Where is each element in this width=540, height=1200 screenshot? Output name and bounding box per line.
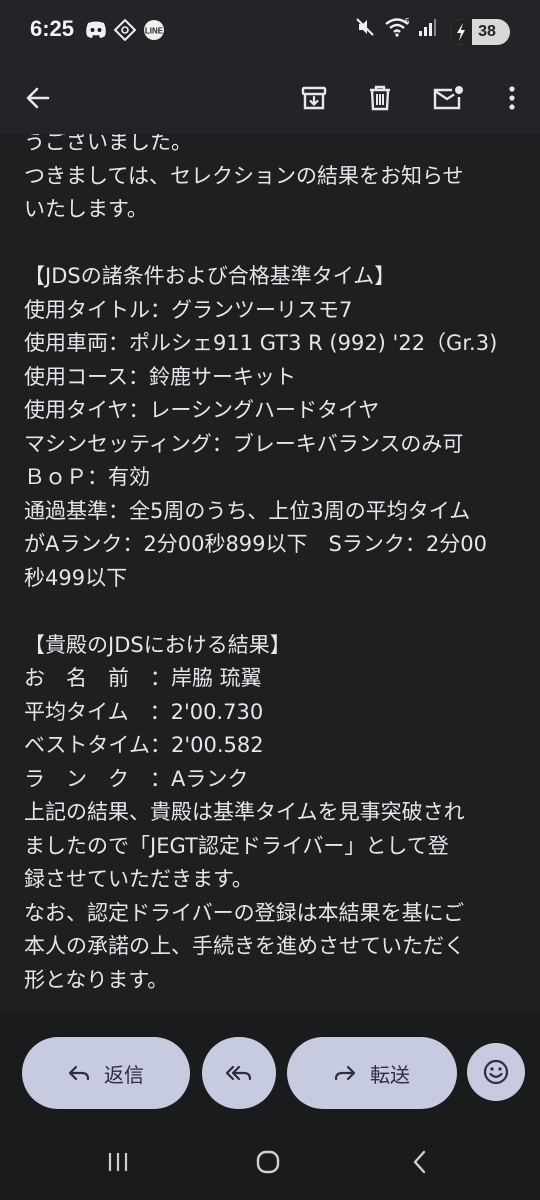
battery-level: 38 xyxy=(478,23,496,40)
email-line xyxy=(24,595,524,629)
status-bar: 6:25 LINE 5 38 xyxy=(0,0,540,62)
email-line: いたします。 xyxy=(24,197,148,221)
email-line: 本人の承諾の上、手続きを進めさせていただく xyxy=(24,934,465,958)
email-line: 秒499以下 xyxy=(24,565,128,590)
email-line: お 名 前 ：岸脇 琉翼 xyxy=(24,666,262,690)
mark-unread-button[interactable] xyxy=(422,72,474,124)
home-button[interactable] xyxy=(238,1140,298,1184)
trash-icon xyxy=(370,85,390,111)
email-line: うございました。 xyxy=(24,134,192,154)
email-line: ＢｏＰ：有効 xyxy=(24,465,150,489)
archive-button[interactable] xyxy=(288,72,340,124)
email-line: なお、認定ドライバーの登録は本結果を基にご xyxy=(24,900,465,925)
discord-icon xyxy=(84,20,108,44)
email-line: ラ ン ク ：Aランク xyxy=(24,766,249,791)
reply-icon xyxy=(68,1065,90,1081)
email-line: 平均タイム ：2'00.730 xyxy=(24,699,264,724)
delete-button[interactable] xyxy=(354,72,406,124)
email-line: 使用タイヤ：レーシングハードタイヤ xyxy=(24,398,380,422)
back-button[interactable] xyxy=(12,72,64,124)
email-line: 通過基準：全5周のうち、上位3周の平均タイム xyxy=(24,498,471,523)
email-line: 使用コース：鈴鹿サーキット xyxy=(24,364,296,389)
email-line xyxy=(24,227,524,261)
email-line: 【JDSの諸条件および合格基準タイム】 xyxy=(24,264,396,288)
more-options-button[interactable] xyxy=(486,72,538,124)
battery-indicator: 38 xyxy=(450,19,510,45)
notification-icons: LINE xyxy=(84,18,166,45)
mute-icon xyxy=(354,16,376,42)
email-body[interactable]: うございました。つきましては、セレクションの結果をお知らせ いたします。【JDSの… xyxy=(0,134,540,1014)
wifi-icon: 5 xyxy=(384,16,410,42)
emoji-icon xyxy=(483,1059,509,1085)
email-line: 【貴殿のJDSにおける結果】 xyxy=(24,632,291,657)
nav-back-icon xyxy=(413,1150,426,1174)
email-line: 形となります。 xyxy=(24,967,169,992)
reply-action-bar: 返信 転送 xyxy=(0,1014,540,1120)
system-navigation-bar xyxy=(0,1120,540,1200)
diamond-app-icon xyxy=(113,18,137,45)
email-toolbar xyxy=(0,62,540,134)
more-vert-icon xyxy=(509,86,515,110)
nav-back-button[interactable] xyxy=(390,1140,450,1184)
reply-button[interactable]: 返信 xyxy=(22,1037,190,1109)
reply-all-button[interactable] xyxy=(202,1037,276,1109)
email-line: ベストタイム：2'00.582 xyxy=(24,733,264,757)
svg-text:LINE: LINE xyxy=(145,27,164,36)
forward-button[interactable]: 転送 xyxy=(287,1037,457,1109)
emoji-reaction-button[interactable] xyxy=(467,1043,525,1101)
email-line: がAランク：2分00秒899以下 Sランク：2分00 xyxy=(24,532,487,556)
email-line: ましたので「JEGT認定ドライバー」として登 xyxy=(24,833,449,858)
email-line: 使用タイトル：グランツーリスモ7 xyxy=(24,297,353,322)
reply-all-icon xyxy=(225,1065,252,1081)
cell-signal-icon xyxy=(418,17,436,41)
line-app-icon: LINE xyxy=(142,19,166,45)
forward-label: 転送 xyxy=(370,1062,410,1087)
email-line: 使用車両：ポルシェ911 GT3 R (992) '22（Gr.3) xyxy=(24,331,498,355)
reply-label: 返信 xyxy=(104,1062,144,1087)
mark-unread-icon xyxy=(433,86,463,110)
home-icon xyxy=(256,1150,280,1174)
email-line: つきましては、セレクションの結果をお知らせ xyxy=(24,163,464,188)
email-line: マシンセッティング：ブレーキバランスのみ可 xyxy=(24,431,464,456)
system-icons: 5 xyxy=(354,16,436,42)
archive-icon xyxy=(301,86,327,110)
charging-bolt-icon xyxy=(450,19,472,45)
svg-text:5: 5 xyxy=(405,17,410,26)
back-arrow-icon xyxy=(26,87,50,109)
email-text: うございました。つきましては、セレクションの結果をお知らせ いたします。【JDSの… xyxy=(24,134,524,997)
forward-icon xyxy=(334,1065,356,1081)
recent-apps-icon xyxy=(108,1153,128,1171)
email-line: 録させていただきます。 xyxy=(24,867,253,891)
email-line: 上記の結果、貴殿は基準タイムを見事突破され xyxy=(24,800,465,824)
status-time: 6:25 xyxy=(30,16,75,41)
recent-apps-button[interactable] xyxy=(88,1140,148,1184)
